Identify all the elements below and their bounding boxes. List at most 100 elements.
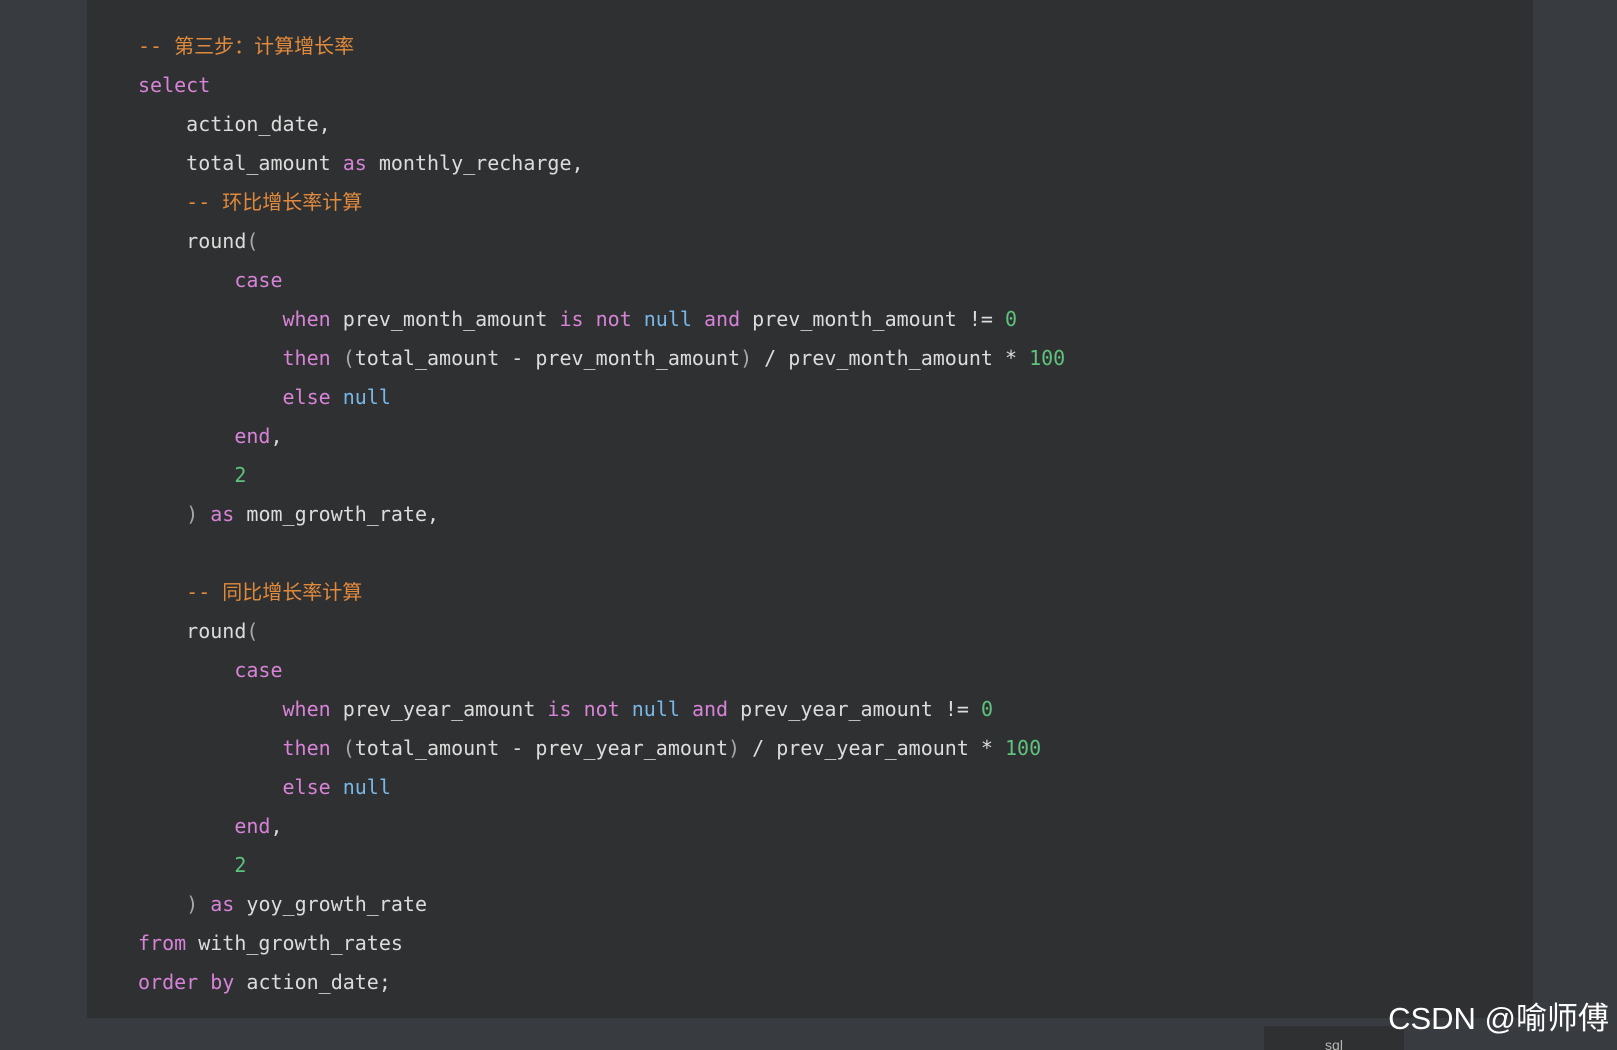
- code-token-kw: when: [282, 697, 331, 721]
- code-token-kw: and: [691, 697, 729, 721]
- code-language-badge: sql: [1264, 1026, 1404, 1050]
- code-token-kw: as: [342, 151, 367, 175]
- code-line: ) as yoy_growth_rate: [138, 885, 1065, 924]
- code-token-paren: ): [186, 502, 199, 526]
- code-line: then (total_amount - prev_month_amount) …: [138, 339, 1066, 378]
- code-token-num: 2: [234, 463, 247, 487]
- code-token-plain: total_amount - prev_year_amount: [354, 736, 729, 760]
- code-token-num: 0: [980, 697, 993, 721]
- code-token-plain: prev_month_amount !=: [740, 307, 1006, 331]
- code-token-plain: ,: [270, 424, 283, 448]
- code-line: -- 同比增长率计算: [138, 573, 1065, 612]
- code-token-plain: / prev_year_amount *: [740, 736, 1005, 760]
- code-token-plain: prev_month_amount: [330, 307, 560, 331]
- code-line: select: [138, 66, 1065, 105]
- code-line: case: [138, 651, 1065, 690]
- code-token-plain: total_amount: [138, 151, 343, 175]
- code-token-kw: end: [234, 814, 271, 838]
- code-token-lit: null: [342, 775, 391, 799]
- code-token-paren: (: [342, 736, 355, 760]
- code-line: when prev_year_amount is not null and pr…: [138, 690, 1065, 729]
- code-token-plain: action_date;: [234, 970, 391, 994]
- code-token-comment: -- 同比增长率计算: [138, 580, 363, 604]
- code-token-kw: select: [138, 73, 211, 97]
- code-token-paren: ): [728, 736, 741, 760]
- code-token-paren: ): [740, 346, 753, 370]
- code-line: ) as mom_growth_rate,: [138, 495, 1065, 534]
- code-token-plain: prev_year_amount !=: [728, 697, 981, 721]
- code-token-kw: then: [282, 346, 331, 370]
- code-token-plain: total_amount - prev_month_amount: [354, 346, 741, 370]
- code-token-kw: as: [210, 502, 235, 526]
- code-token-kw: by: [210, 970, 235, 994]
- code-token-num: 2: [234, 853, 247, 877]
- code-token-paren: (: [246, 229, 259, 253]
- code-token-kw: when: [282, 307, 331, 331]
- csdn-watermark: CSDN @喻师傅: [1388, 1001, 1609, 1036]
- code-line: else null: [138, 768, 1065, 807]
- code-line: round(: [138, 612, 1065, 651]
- code-token-paren: (: [246, 619, 259, 643]
- code-token-plain: mom_growth_rate,: [234, 502, 440, 526]
- code-token-lit: null: [643, 307, 692, 331]
- code-token-plain: yoy_growth_rate: [234, 892, 428, 916]
- code-token-comment: -- 第三步：计算增长率: [138, 34, 355, 58]
- code-token-paren: (: [342, 346, 355, 370]
- code-token-plain: / prev_month_amount *: [752, 346, 1030, 370]
- code-line: from with_growth_rates: [138, 924, 1065, 963]
- code-token-kw: not: [595, 307, 632, 331]
- code-token-plain: action_date,: [138, 112, 331, 136]
- code-line: 2: [138, 456, 1065, 495]
- code-token-plain: round: [138, 619, 247, 643]
- code-token-kw: case: [234, 268, 283, 292]
- code-token-kw: from: [138, 931, 187, 955]
- code-line: action_date,: [138, 105, 1065, 144]
- code-token-kw: then: [282, 736, 331, 760]
- code-token-paren: ): [186, 892, 199, 916]
- code-line: else null: [138, 378, 1065, 417]
- code-token-plain: with_growth_rates: [186, 931, 403, 955]
- code-token-comment: -- 环比增长率计算: [138, 190, 363, 214]
- code-line: when prev_month_amount is not null and p…: [138, 300, 1065, 339]
- code-line: case: [138, 261, 1065, 300]
- code-token-kw: is: [559, 307, 584, 331]
- code-block[interactable]: -- 第三步：计算增长率 select action_date, total_am…: [87, 0, 1533, 1018]
- code-token-plain: ,: [270, 814, 283, 838]
- code-token-kw: and: [703, 307, 741, 331]
- code-line: then (total_amount - prev_year_amount) /…: [138, 729, 1065, 768]
- code-token-num: 100: [1029, 346, 1066, 370]
- code-line: end,: [138, 807, 1065, 846]
- code-token-kw: else: [282, 775, 331, 799]
- code-line: 2: [138, 846, 1065, 885]
- code-token-lit: null: [631, 697, 680, 721]
- code-content[interactable]: -- 第三步：计算增长率 select action_date, total_am…: [138, 27, 1065, 1002]
- code-token-kw: not: [583, 697, 620, 721]
- code-line: -- 第三步：计算增长率: [138, 27, 1065, 66]
- code-token-plain: monthly_recharge,: [366, 151, 584, 175]
